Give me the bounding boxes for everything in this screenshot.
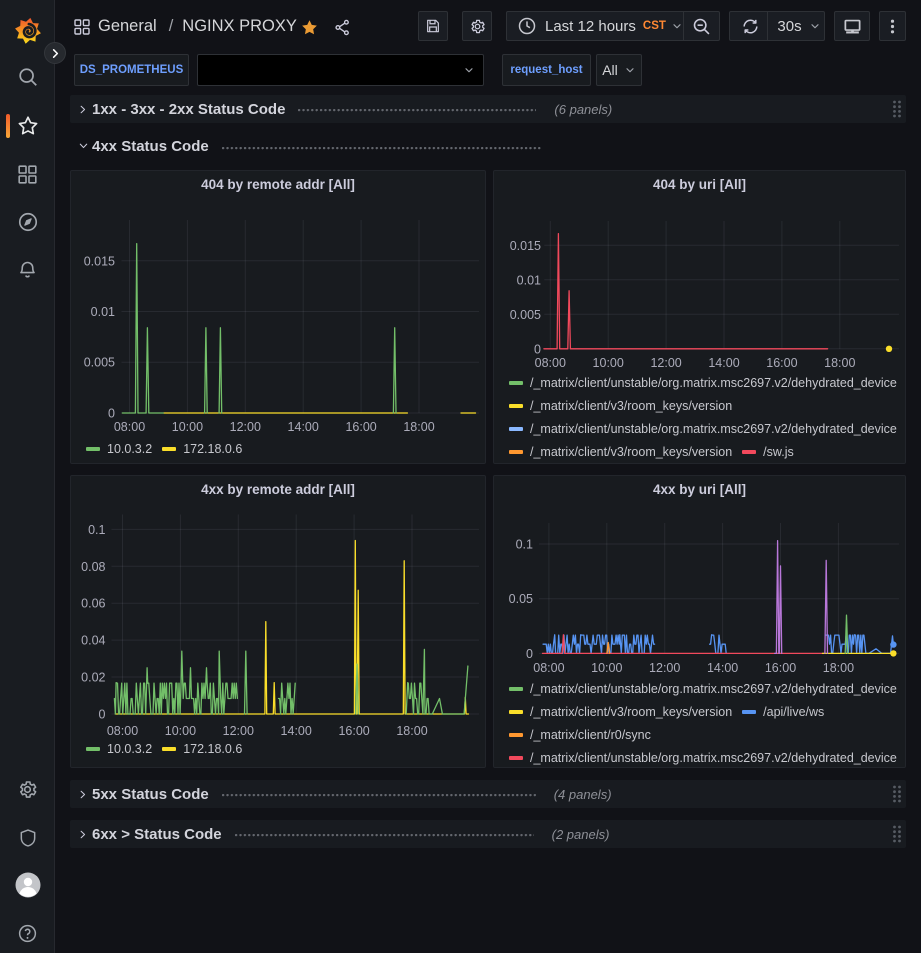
svg-text:16:00: 16:00 xyxy=(345,420,376,434)
svg-text:16:00: 16:00 xyxy=(766,356,797,370)
svg-text:0: 0 xyxy=(534,342,541,356)
svg-text:14:00: 14:00 xyxy=(708,356,739,370)
svg-text:10:00: 10:00 xyxy=(165,724,196,738)
svg-text:18:00: 18:00 xyxy=(823,661,854,675)
svg-text:0.1: 0.1 xyxy=(516,538,533,552)
svg-text:0.005: 0.005 xyxy=(510,308,541,322)
svg-text:18:00: 18:00 xyxy=(824,356,855,370)
svg-text:16:00: 16:00 xyxy=(765,661,796,675)
svg-text:14:00: 14:00 xyxy=(288,420,319,434)
svg-text:14:00: 14:00 xyxy=(281,724,312,738)
svg-text:12:00: 12:00 xyxy=(230,420,261,434)
svg-text:0.08: 0.08 xyxy=(81,560,105,574)
svg-text:0.1: 0.1 xyxy=(88,523,105,537)
svg-text:14:00: 14:00 xyxy=(707,661,738,675)
svg-text:0.015: 0.015 xyxy=(510,239,541,253)
svg-text:18:00: 18:00 xyxy=(396,724,427,738)
svg-text:12:00: 12:00 xyxy=(649,661,680,675)
svg-text:10:00: 10:00 xyxy=(172,420,203,434)
svg-text:0.06: 0.06 xyxy=(81,597,105,611)
svg-text:12:00: 12:00 xyxy=(650,356,681,370)
svg-text:0.01: 0.01 xyxy=(91,305,115,319)
svg-text:12:00: 12:00 xyxy=(223,724,254,738)
svg-text:0: 0 xyxy=(99,708,106,722)
svg-text:08:00: 08:00 xyxy=(107,724,138,738)
svg-text:0: 0 xyxy=(108,407,115,421)
svg-text:08:00: 08:00 xyxy=(114,420,145,434)
svg-text:08:00: 08:00 xyxy=(533,661,564,675)
svg-text:08:00: 08:00 xyxy=(535,356,566,370)
svg-text:0.005: 0.005 xyxy=(84,356,115,370)
svg-text:0.05: 0.05 xyxy=(509,592,533,606)
svg-text:16:00: 16:00 xyxy=(338,724,369,738)
svg-text:0.01: 0.01 xyxy=(517,273,541,287)
svg-text:10:00: 10:00 xyxy=(591,661,622,675)
svg-text:0.04: 0.04 xyxy=(81,634,105,648)
svg-text:0.02: 0.02 xyxy=(81,671,105,685)
svg-text:18:00: 18:00 xyxy=(403,420,434,434)
svg-text:0.015: 0.015 xyxy=(84,254,115,268)
svg-text:0: 0 xyxy=(526,647,533,661)
svg-text:10:00: 10:00 xyxy=(593,356,624,370)
